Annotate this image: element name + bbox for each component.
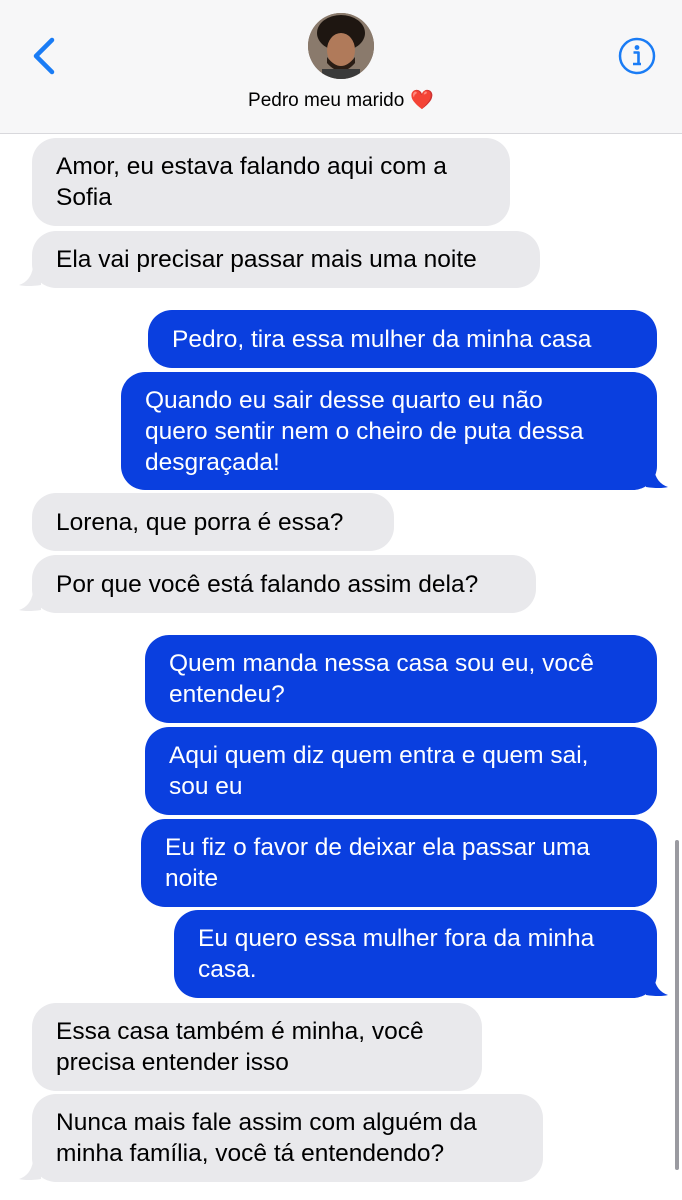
outgoing-message[interactable]: Eu quero essa mulher fora da minha casa. bbox=[174, 910, 657, 998]
outgoing-message[interactable]: Eu fiz o favor de deixar ela passar uma … bbox=[141, 819, 657, 907]
avatar[interactable] bbox=[308, 13, 374, 79]
incoming-bubble-tail bbox=[19, 592, 41, 611]
incoming-message[interactable]: Nunca mais fale assim com alguém da minh… bbox=[32, 1094, 543, 1182]
incoming-message[interactable]: Ela vai precisar passar mais uma noite bbox=[32, 231, 540, 288]
chevron-left-icon[interactable] bbox=[26, 34, 66, 78]
outgoing-message[interactable]: Pedro, tira essa mulher da minha casa bbox=[148, 310, 657, 368]
avatar-photo bbox=[308, 13, 374, 79]
outgoing-message[interactable]: Quem manda nessa casa sou eu, você enten… bbox=[145, 635, 657, 723]
incoming-message[interactable]: Amor, eu estava falando aqui com a Sofia bbox=[32, 138, 510, 226]
incoming-message[interactable]: Por que você está falando assim dela? bbox=[32, 555, 536, 613]
incoming-bubble-tail bbox=[19, 1161, 41, 1180]
info-circle-icon[interactable] bbox=[617, 36, 657, 76]
incoming-message[interactable]: Lorena, que porra é essa? bbox=[32, 493, 394, 551]
outgoing-bubble-tail bbox=[646, 977, 668, 996]
conversation-header: Pedro meu marido ❤️ bbox=[0, 0, 682, 134]
incoming-bubble-tail bbox=[19, 267, 41, 286]
outgoing-message[interactable]: Quando eu sair desse quarto eu não quero… bbox=[121, 372, 657, 490]
message-thread[interactable]: Amor, eu estava falando aqui com a Sofia… bbox=[0, 135, 682, 1200]
incoming-message[interactable]: Essa casa também é minha, você precisa e… bbox=[32, 1003, 482, 1091]
outgoing-bubble-tail bbox=[646, 469, 668, 488]
contact-name: Pedro meu marido bbox=[248, 90, 405, 111]
contact-name-row[interactable]: Pedro meu marido ❤️ bbox=[0, 88, 682, 112]
outgoing-message[interactable]: Aqui quem diz quem entra e quem sai, sou… bbox=[145, 727, 657, 815]
heart-emoji: ❤️ bbox=[410, 90, 434, 111]
scrollbar[interactable] bbox=[675, 840, 679, 1170]
